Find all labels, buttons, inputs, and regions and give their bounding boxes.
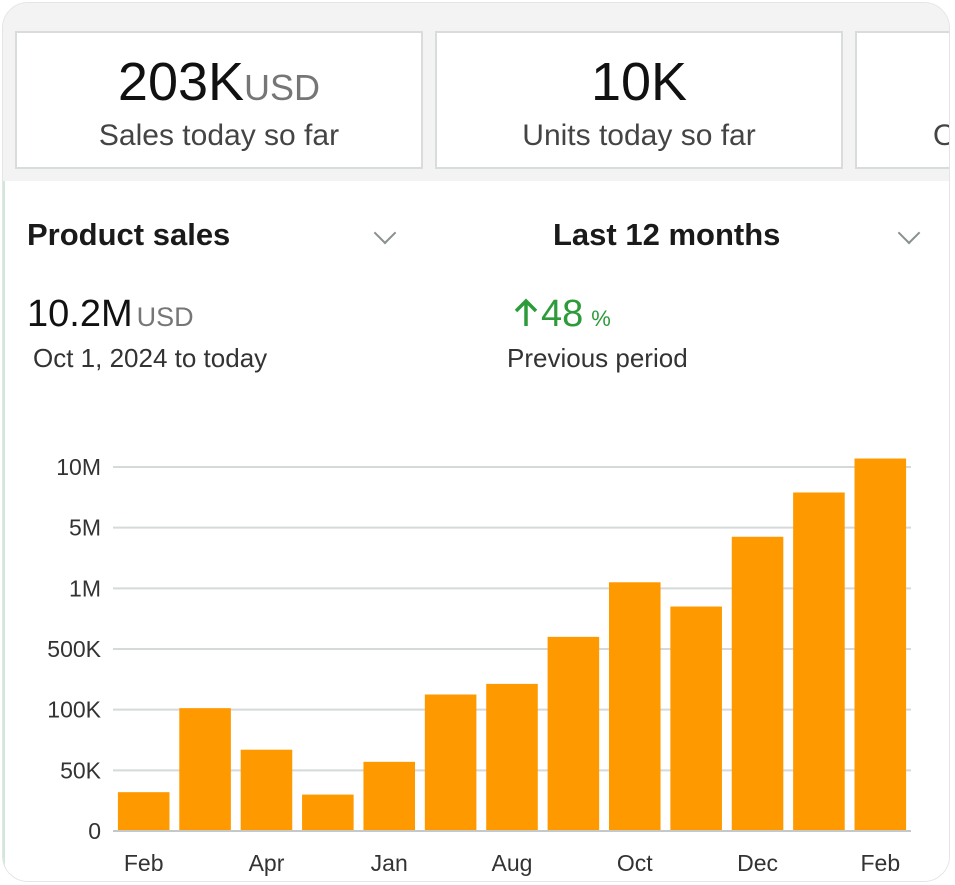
bar-feb[interactable] <box>117 792 170 831</box>
today-cards: 203KUSD Sales today so far 10K Units tod… <box>3 3 949 181</box>
bar-mar[interactable] <box>179 708 231 831</box>
bar-jun[interactable] <box>363 761 416 831</box>
y-tick-label: 0 <box>88 818 101 844</box>
x-tick-label: Aug <box>492 850 533 876</box>
x-tick-label: Dec <box>737 850 778 876</box>
x-tick-label: Oct <box>617 850 653 876</box>
bar-feb[interactable] <box>854 458 907 831</box>
bar-jul[interactable] <box>424 694 477 832</box>
sales-today-unit: USD <box>244 67 321 108</box>
y-tick-label: 5M <box>69 515 101 541</box>
third-card-label: O <box>933 119 949 153</box>
bar-dec[interactable] <box>731 536 784 831</box>
bar-sep[interactable] <box>547 636 600 831</box>
bar-jan[interactable] <box>793 492 845 831</box>
sales-bar-chart: 0 50K 100K 500K 1M 5M 10M Feb Apr Jan Aug Oct Dec Feb <box>47 454 911 876</box>
sales-chart-panel: Product sales Last 12 months 10.2M USD Oc… <box>3 181 949 881</box>
bar-aug[interactable] <box>486 683 538 831</box>
y-tick-label: 100K <box>47 697 101 723</box>
sales-today-amount: 203K <box>117 52 245 112</box>
bar-oct[interactable] <box>608 582 661 831</box>
sales-today-card[interactable]: 203KUSD Sales today so far <box>15 31 423 169</box>
x-tick-label: Jan <box>371 850 408 876</box>
dashboard-widget: 203KUSD Sales today so far 10K Units tod… <box>2 2 950 882</box>
sales-today-value: 203KUSD <box>17 51 421 119</box>
sales-today-label: Sales today so far <box>98 119 340 152</box>
units-today-value: 10K <box>590 52 688 112</box>
bar-may[interactable] <box>302 794 354 831</box>
y-tick-label: 1M <box>69 575 101 601</box>
y-tick-label: 50K <box>60 757 102 783</box>
y-tick-label: 500K <box>47 636 101 662</box>
x-tick-label: Feb <box>860 850 900 876</box>
units-today-card[interactable]: 10K Units today so far <box>435 31 843 169</box>
x-tick-label: Apr <box>249 850 285 876</box>
y-tick-label: 10M <box>56 454 101 480</box>
bar-nov[interactable] <box>670 606 722 831</box>
third-card-partial[interactable]: O <box>855 31 949 169</box>
x-tick-label: Feb <box>124 850 164 876</box>
units-today-label: Units today so far <box>522 119 756 152</box>
bar-apr[interactable] <box>240 749 293 831</box>
